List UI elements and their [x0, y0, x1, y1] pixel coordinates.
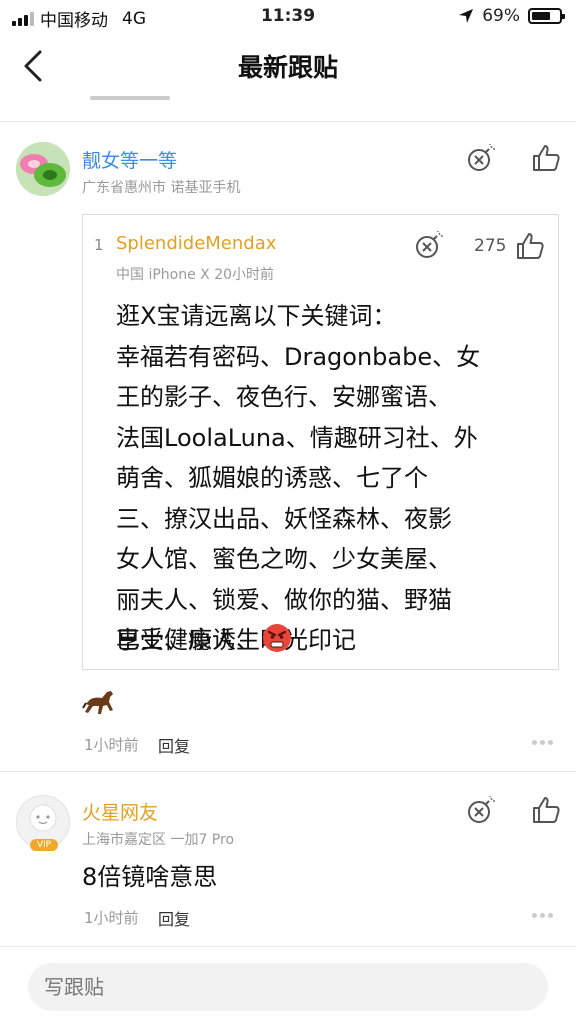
avatar-image — [16, 142, 70, 196]
scrolled-content-edge — [90, 92, 210, 100]
battery-percent: 69% — [482, 6, 520, 26]
user-meta: 上海市嘉定区 一加7 Pro — [82, 832, 235, 848]
quoted-text-line: 逛X宝请远离以下关键词： — [116, 302, 397, 330]
quoted-username[interactable]: SplendideMendax — [116, 233, 276, 254]
comment-text: 8倍镜啥意思 — [82, 863, 218, 891]
divider — [0, 771, 576, 772]
user-meta: 广东省惠州市 诺基亚手机 — [82, 180, 241, 196]
battery-icon — [528, 8, 565, 24]
more-options-button[interactable] — [532, 740, 556, 748]
quoted-closing: 享受健康人生 — [116, 620, 292, 655]
floor-number: 1 — [94, 236, 104, 254]
thumbs-up-icon[interactable] — [516, 232, 544, 260]
thumbs-up-icon[interactable] — [532, 144, 560, 172]
quoted-text-line: 女人馆、蜜色之吻、少女美屋、 — [116, 545, 452, 573]
quoted-text-line: 法国LoolaLuna、情趣研习社、外 — [116, 423, 478, 452]
like-count: 275 — [474, 236, 507, 256]
angry-face-icon — [263, 623, 291, 652]
timestamp: 1小时前 — [84, 736, 139, 754]
vip-badge: VIP — [30, 839, 58, 851]
more-options-button[interactable] — [532, 913, 556, 921]
bomb-icon[interactable] — [414, 230, 444, 260]
bomb-icon[interactable] — [466, 795, 496, 825]
quoted-closing-text: 享受健康人生 — [116, 626, 260, 654]
bomb-icon[interactable] — [466, 143, 496, 173]
reply-button[interactable]: 回复 — [158, 906, 190, 930]
reply-bar: 写跟贴 — [0, 946, 576, 1025]
quoted-text-line: 王的影子、夜色行、安娜蜜语、 — [116, 383, 452, 411]
username[interactable]: 靓女等一等 — [82, 146, 177, 173]
status-right: 69% — [458, 6, 565, 26]
quoted-text-line: 萌舍、狐媚娘的诱惑、七了个 — [116, 464, 428, 492]
page-title: 最新跟贴 — [237, 53, 338, 82]
nav-bar: 最新跟贴 — [0, 34, 576, 98]
battery-fill — [532, 12, 550, 20]
quoted-text-line: 丽夫人、锁爱、做你的猫、野猫 — [116, 585, 452, 614]
quoted-text-line: 三、撩汉出品、妖怪森林、夜影 — [116, 504, 452, 533]
horse-icon — [82, 688, 118, 720]
timestamp: 1小时前 — [84, 909, 139, 927]
reply-button[interactable]: 回复 — [158, 733, 190, 757]
quoted-text-line: 幸福若有密码、Dragonbabe、女 — [116, 342, 481, 371]
status-bar: 中国移动 4G 11:39 69% — [0, 0, 576, 34]
location-arrow-icon — [459, 9, 474, 23]
divider — [0, 121, 576, 122]
quoted-text: 逛X宝请远离以下关键词： 幸福若有密码、Dragonbabe、女 王的影子、夜色… — [116, 296, 532, 661]
username[interactable]: 火星网友 — [82, 798, 158, 825]
reply-input[interactable]: 写跟贴 — [28, 963, 548, 1011]
quoted-meta: 中国 iPhone X 20小时前 — [116, 267, 275, 283]
thumbs-up-icon[interactable] — [532, 796, 560, 824]
avatar[interactable] — [16, 142, 70, 196]
